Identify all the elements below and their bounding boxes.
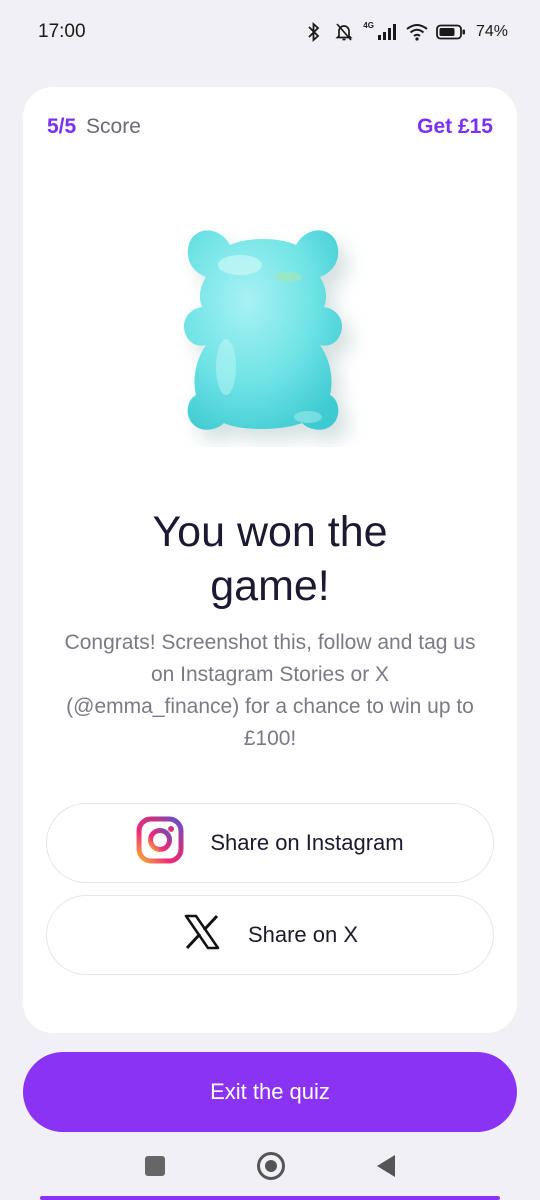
status-icons: 4G 74% [303, 21, 508, 43]
card-header: 5/5 Score Get £15 [47, 115, 493, 139]
bottom-accent-strip [40, 1196, 500, 1200]
battery-percent: 74% [475, 23, 508, 40]
network-type: 4G [363, 20, 374, 30]
score-value: 5/5 [47, 115, 77, 138]
gummy-bear-image [23, 217, 517, 447]
home-icon[interactable] [257, 1152, 285, 1180]
wifi-icon [406, 21, 428, 43]
result-card: 5/5 Score Get £15 You won the game! Cong… [23, 87, 517, 1033]
win-title-line2: game! [210, 562, 330, 610]
system-nav-bar [0, 1144, 540, 1188]
share-x-label: Share on X [247, 922, 359, 947]
score-label: Score [86, 115, 141, 138]
battery-icon [436, 21, 466, 43]
score: 5/5 Score [47, 115, 141, 139]
x-logo-icon [182, 912, 222, 958]
reward-link[interactable]: Get £15 [417, 115, 493, 139]
share-instagram-button[interactable]: Share on Instagram [46, 803, 494, 883]
bluetooth-icon [303, 21, 325, 43]
signal-icon [376, 21, 398, 43]
win-title-line1: You won the [152, 508, 388, 556]
win-description: Congrats! Screenshot this, follow and ta… [64, 631, 476, 750]
back-icon[interactable] [377, 1155, 395, 1177]
instagram-icon [136, 816, 184, 870]
share-x-button[interactable]: Share on X [46, 895, 494, 975]
share-instagram-label: Share on Instagram [210, 830, 404, 855]
exit-quiz-button[interactable]: Exit the quiz [23, 1052, 517, 1132]
gummy-bear-icon [183, 230, 343, 430]
mute-bell-icon [333, 21, 355, 43]
status-time: 17:00 [38, 21, 86, 42]
recent-apps-icon[interactable] [145, 1156, 165, 1176]
win-title: You won the game! [43, 505, 497, 613]
status-bar: 17:00 4G 74% [0, 0, 540, 64]
